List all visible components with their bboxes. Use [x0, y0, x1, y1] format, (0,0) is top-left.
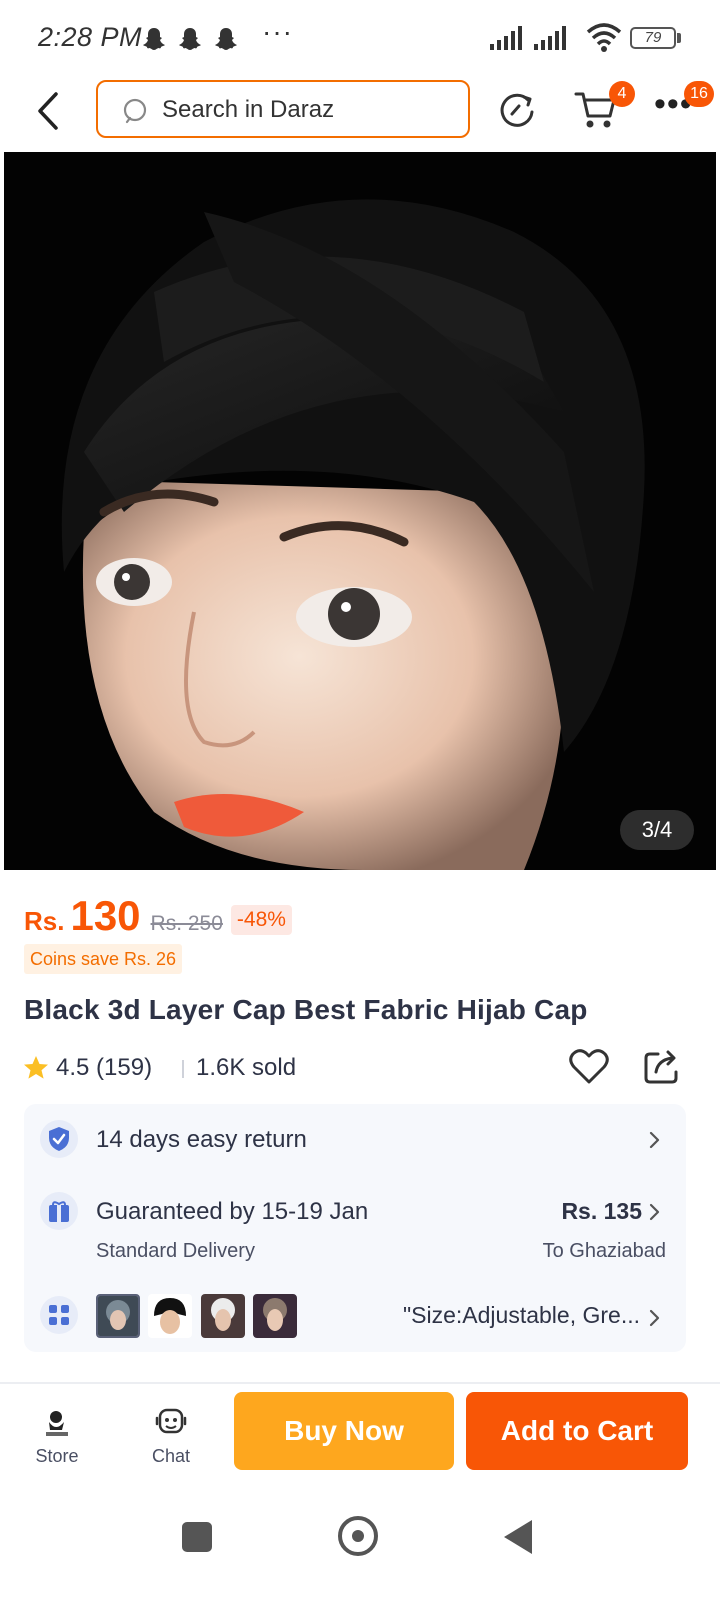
system-navigation-bar	[0, 1484, 720, 1600]
product-image[interactable]: 3/4	[4, 152, 716, 870]
recents-button[interactable]	[182, 1522, 212, 1552]
shipping-price: Rs. 135	[561, 1198, 642, 1224]
status-time: 2:28 PM	[38, 22, 143, 52]
search-icon	[123, 98, 147, 124]
add-to-cart-button[interactable]: Add to Cart	[466, 1392, 688, 1470]
variant-thumbnail[interactable]	[253, 1294, 298, 1338]
rating-text[interactable]: 4.5 (159)	[56, 1054, 152, 1082]
original-price: Rs. 250	[150, 912, 223, 935]
delivery-date-text: Guaranteed by 15-19 Jan	[96, 1198, 369, 1225]
snapchat-icon	[215, 28, 237, 50]
home-button[interactable]	[338, 1516, 378, 1556]
snapchat-icon	[179, 28, 201, 50]
delivery-type-text: Standard Delivery	[96, 1240, 255, 1262]
bottom-divider	[0, 1382, 720, 1384]
status-overflow: ···	[262, 16, 293, 47]
wifi-icon	[586, 23, 622, 52]
signal-icon	[490, 26, 522, 50]
rating-row: 4.5 (159) 1.6K sold	[22, 1049, 698, 1086]
chat-button[interactable]: Chat	[138, 1404, 204, 1474]
notification-badge: 16	[684, 81, 714, 107]
variants-icon-wrap	[40, 1296, 78, 1334]
product-photo	[4, 152, 716, 870]
chat-icon	[155, 1408, 187, 1434]
star-icon	[24, 1056, 48, 1079]
store-label: Store	[35, 1446, 79, 1466]
cart-count-badge: 4	[609, 81, 635, 107]
rating-divider	[182, 1060, 184, 1078]
sold-count: 1.6K sold	[196, 1054, 297, 1081]
return-policy-text: 14 days easy return	[96, 1126, 307, 1153]
grid-icon	[49, 1305, 69, 1325]
shipping-destination: To Ghaziabad	[542, 1240, 666, 1262]
home-dot	[352, 1530, 364, 1542]
product-title: Black 3d Layer Cap Best Fabric Hijab Cap	[24, 994, 588, 1025]
status-bar: 2:28 PM ··· 79	[0, 0, 720, 76]
store-logo-icon	[46, 1411, 68, 1436]
signal-icon	[534, 26, 566, 50]
buy-now-button[interactable]: Buy Now	[234, 1392, 454, 1470]
battery-icon: 79	[630, 27, 676, 49]
price-currency: Rs.	[24, 906, 65, 936]
top-header: 4 ••• 16	[0, 76, 720, 146]
history-icon[interactable]	[498, 90, 538, 130]
chevron-right-icon	[649, 1203, 660, 1221]
back-button[interactable]	[504, 1520, 532, 1554]
battery-tip	[677, 33, 681, 43]
variant-thumbnail[interactable]	[200, 1294, 245, 1338]
variant-thumbnails	[96, 1294, 301, 1338]
gift-icon	[49, 1201, 69, 1222]
snapchat-icon	[143, 28, 165, 50]
back-arrow-icon[interactable]	[30, 86, 70, 136]
price-value: 130	[70, 892, 141, 939]
price-row: Rs. 130 Rs. 250 -48%	[24, 892, 292, 940]
chevron-right-icon	[649, 1131, 660, 1149]
chevron-right-icon	[649, 1309, 660, 1327]
variant-summary: "Size:Adjustable, Gre...	[403, 1302, 640, 1328]
share-icon[interactable]	[642, 1046, 682, 1086]
image-counter: 3/4	[620, 810, 694, 850]
coins-badge: Coins save Rs. 26	[24, 944, 183, 974]
gift-icon-wrap	[40, 1192, 78, 1230]
search-bar[interactable]	[96, 80, 470, 138]
heart-icon[interactable]	[568, 1046, 610, 1086]
store-button[interactable]: Store	[24, 1404, 90, 1474]
variant-thumbnail[interactable]	[148, 1294, 193, 1338]
chat-label: Chat	[151, 1446, 191, 1466]
variant-thumbnail[interactable]	[96, 1294, 140, 1338]
shield-icon	[49, 1127, 69, 1151]
discount-badge: -48%	[230, 905, 292, 935]
info-card: 14 days easy return Guaranteed by 15-19 …	[24, 1104, 686, 1352]
shield-icon-wrap	[40, 1120, 78, 1158]
search-input[interactable]	[162, 94, 452, 126]
